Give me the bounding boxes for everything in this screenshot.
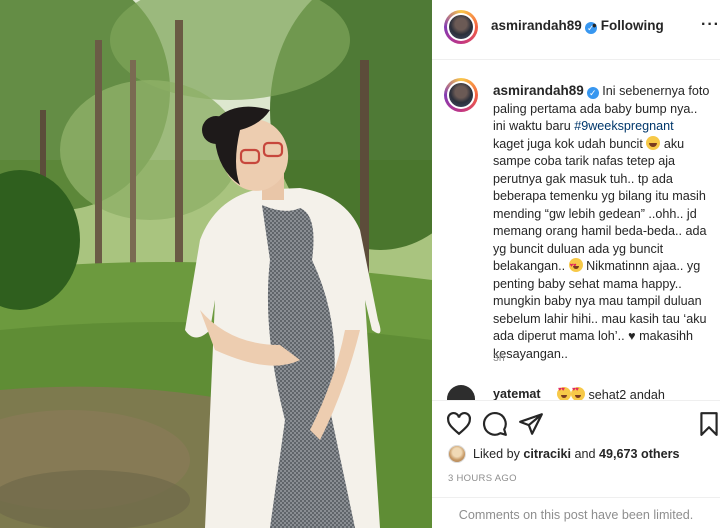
post-timestamp[interactable]: 3 HOURS AGO [448, 473, 517, 484]
photo-scene [0, 0, 432, 528]
grinning-face-with-sweat-emoji [646, 135, 661, 150]
caption-username-link[interactable]: asmirandah89 [493, 83, 584, 98]
author-avatar[interactable] [444, 10, 478, 44]
comments-limited-notice: Comments on this post have been limited. [432, 497, 720, 528]
likes-text[interactable]: Liked by citraciki and 49,673 others [473, 447, 680, 461]
post-side-panel: asmirandah89 ✓ • Following ··· asmirandah8… [432, 0, 720, 528]
bookmark-icon[interactable] [696, 411, 720, 437]
caption-timestamp[interactable]: 3h [493, 352, 505, 364]
comment-icon[interactable] [482, 411, 508, 437]
send-icon[interactable] [518, 411, 544, 437]
smiling-face-with-heart-eyes-emoji [571, 387, 585, 400]
smiling-face-with-heart-eyes-emoji [568, 258, 583, 276]
smiling-face-with-heart-eyes-emoji [557, 387, 571, 400]
commenter-avatar[interactable] [447, 385, 475, 400]
commenter-username-link[interactable]: yatemat [493, 387, 541, 400]
caption-text: asmirandah89 ✓ Ini sebenernya foto paling… [493, 82, 711, 363]
liker-avatar[interactable] [448, 445, 466, 463]
following-button[interactable]: • Following [592, 18, 664, 33]
comment-item: yatemat sehat2 andah [432, 384, 720, 400]
verified-badge-icon: ✓ [586, 87, 599, 99]
caption-area: asmirandah89 ✓ Ini sebenernya foto paling… [432, 61, 720, 400]
post-actions: Liked by citraciki and 49,673 others 3 H… [432, 400, 720, 528]
post-header: asmirandah89 ✓ • Following ··· [432, 0, 720, 60]
hashtag-link[interactable]: #9weekspregnant [574, 119, 673, 133]
heart-icon[interactable] [446, 411, 472, 437]
caption-author-avatar[interactable] [444, 78, 478, 112]
post-photo[interactable] [0, 0, 432, 528]
author-username-link[interactable]: asmirandah89 ✓ [491, 18, 597, 34]
more-options-icon[interactable]: ··· [701, 16, 720, 34]
comment-text: sehat2 andah [557, 387, 665, 400]
